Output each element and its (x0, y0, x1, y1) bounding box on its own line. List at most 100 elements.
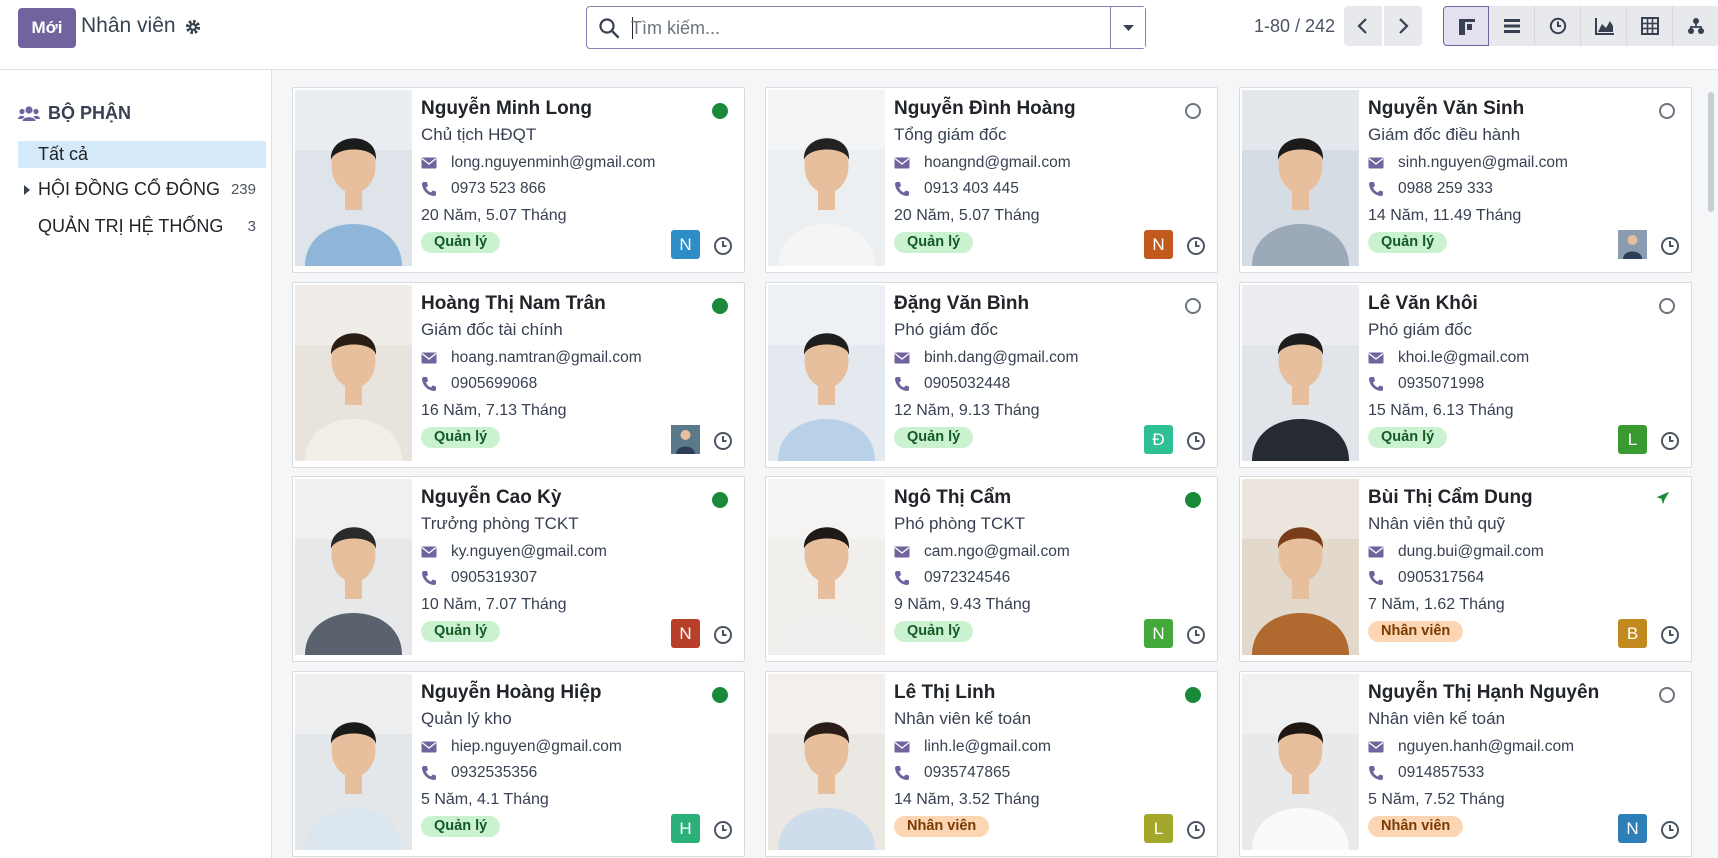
hierarchy-view-button[interactable] (1673, 6, 1718, 46)
employee-job-title: Phó phòng TCKT (894, 514, 1026, 533)
manager-avatar[interactable]: N (671, 230, 700, 259)
employee-email: sinh.nguyen@gmail.com (1368, 154, 1568, 172)
activity-clock-icon[interactable] (1660, 431, 1680, 451)
manager-avatar[interactable]: N (1144, 619, 1173, 648)
employee-photo[interactable] (1242, 285, 1359, 461)
pager-next-button[interactable] (1384, 6, 1422, 46)
sidebar-item-shareholders[interactable]: HỘI ĐỒNG CỔ ĐÔNG 239 (18, 176, 266, 203)
activity-clock-icon[interactable] (713, 625, 733, 645)
manager-avatar[interactable]: N (671, 619, 700, 648)
employee-name: Bùi Thị Cẩm Dung (1368, 487, 1533, 508)
manager-avatar[interactable]: L (1144, 814, 1173, 843)
avatar-letter: N (1152, 624, 1165, 643)
manager-avatar[interactable]: B (1618, 619, 1647, 648)
employee-job-title: Nhân viên kế toán (1368, 709, 1506, 728)
employee-phone-text: 0905319307 (451, 569, 538, 586)
employee-card[interactable]: Bùi Thị Cẩm Dung Nhân viên thủ quỹ dung.… (1239, 476, 1692, 662)
employee-photo[interactable] (1242, 479, 1359, 655)
activity-clock-icon[interactable] (713, 236, 733, 256)
employee-card[interactable]: Nguyễn Minh Long Chủ tịch HĐQT long.nguy… (292, 87, 745, 273)
pivot-view-button[interactable] (1627, 6, 1673, 46)
list-view-button[interactable] (1489, 6, 1535, 46)
envelope-icon (1368, 546, 1384, 558)
employee-card[interactable]: Lê Văn Khôi Phó giám đốc khoi.le@gmail.c… (1239, 282, 1692, 468)
presence-status-icon (1659, 687, 1675, 703)
employee-photo[interactable] (295, 674, 412, 850)
employee-photo[interactable] (1242, 90, 1359, 266)
employee-card[interactable]: Nguyễn Thị Hạnh Nguyên Nhân viên kế toán… (1239, 671, 1692, 857)
activity-clock-icon[interactable] (1186, 236, 1206, 256)
employee-phone: 0972324546 (894, 569, 1010, 587)
kanban-view-button[interactable] (1443, 6, 1489, 46)
manager-avatar[interactable] (671, 425, 700, 454)
employee-photo[interactable] (768, 479, 885, 655)
phone-icon (422, 571, 436, 585)
employee-tag: Quản lý (894, 232, 974, 253)
employee-photo[interactable] (768, 674, 885, 850)
employee-card[interactable]: Nguyễn Cao Kỳ Trưởng phòng TCKT ky.nguye… (292, 476, 745, 662)
employee-job-title: Trưởng phòng TCKT (421, 514, 579, 533)
activity-clock-icon[interactable] (1660, 820, 1680, 840)
employee-card[interactable]: Lê Thị Linh Nhân viên kế toán linh.le@gm… (765, 671, 1218, 857)
avatar-letter: B (1626, 624, 1639, 643)
employee-job-title: Phó giám đốc (1368, 320, 1472, 339)
list-icon (1504, 19, 1520, 33)
employee-photo[interactable] (768, 285, 885, 461)
employee-tag: Nhân viên (1368, 621, 1464, 642)
employee-photo[interactable] (295, 479, 412, 655)
employee-card[interactable]: Nguyễn Đình Hoàng Tổng giám đốc hoangnd@… (765, 87, 1218, 273)
activity-clock-icon[interactable] (1660, 625, 1680, 645)
employee-card[interactable]: Nguyễn Văn Sinh Giám đốc điều hành sinh.… (1239, 87, 1692, 273)
sidebar-item-system-admin[interactable]: QUẢN TRỊ HỆ THỐNG 3 (18, 213, 266, 240)
employee-photo[interactable] (768, 90, 885, 266)
manager-avatar[interactable]: H (671, 814, 700, 843)
activity-clock-icon[interactable] (1186, 820, 1206, 840)
gear-icon[interactable] (183, 17, 203, 37)
manager-avatar[interactable] (1618, 230, 1647, 259)
employee-phone-text: 0905699068 (451, 375, 538, 392)
activity-clock-icon[interactable] (1186, 431, 1206, 451)
employee-photo[interactable] (1242, 674, 1359, 850)
envelope-icon (894, 352, 910, 364)
employee-phone-text: 0935071998 (1398, 375, 1485, 392)
employee-photo[interactable] (295, 285, 412, 461)
employee-tag: Quản lý (421, 427, 501, 448)
pager-previous-button[interactable] (1344, 6, 1382, 46)
employee-phone-text: 0905317564 (1398, 569, 1485, 586)
activity-clock-icon[interactable] (1186, 625, 1206, 645)
sidebar-item-all[interactable]: Tất cả (18, 141, 266, 168)
avatar-letter: N (679, 624, 692, 643)
caret-right-icon[interactable] (24, 185, 30, 195)
manager-avatar[interactable]: N (1144, 230, 1173, 259)
pager-value[interactable]: 1-80 / 242 (1254, 16, 1335, 37)
employee-photo[interactable] (295, 90, 412, 266)
employee-card[interactable]: Nguyễn Hoàng Hiệp Quản lý kho hiep.nguye… (292, 671, 745, 857)
manager-avatar[interactable]: L (1618, 425, 1647, 454)
graph-view-button[interactable] (1581, 6, 1627, 46)
employee-card[interactable]: Đặng Văn Bình Phó giám đốc binh.dang@gma… (765, 282, 1218, 468)
activity-clock-icon[interactable] (1660, 236, 1680, 256)
new-button[interactable]: Mới (18, 8, 76, 48)
table-icon (1641, 17, 1659, 35)
employee-card[interactable]: Ngô Thị Cẩm Phó phòng TCKT cam.ngo@gmail… (765, 476, 1218, 662)
activity-clock-icon[interactable] (713, 431, 733, 451)
avatar-letter: H (679, 819, 692, 838)
activity-clock-icon[interactable] (713, 820, 733, 840)
search-input[interactable] (631, 13, 1091, 43)
employee-name: Nguyễn Văn Sinh (1368, 98, 1525, 119)
search-options-toggle[interactable] (1110, 7, 1145, 48)
scrollbar[interactable] (1708, 92, 1714, 212)
page-title[interactable]: Nhân viên (81, 14, 176, 38)
employee-phone-text: 0905032448 (924, 375, 1011, 392)
presence-status-icon (1185, 298, 1201, 314)
employee-phone-text: 0935747865 (924, 764, 1011, 781)
employee-phone-text: 0972324546 (924, 569, 1011, 586)
sidebar-item-count: 239 (230, 181, 256, 198)
employee-email-text: nguyen.hanh@gmail.com (1398, 738, 1575, 755)
activity-view-button[interactable] (1535, 6, 1581, 46)
manager-avatar[interactable]: Đ (1144, 425, 1173, 454)
search-bar (586, 6, 1146, 49)
employee-name: Lê Văn Khôi (1368, 293, 1478, 314)
manager-avatar[interactable]: N (1618, 814, 1647, 843)
employee-card[interactable]: Hoàng Thị Nam Trân Giám đốc tài chính ho… (292, 282, 745, 468)
